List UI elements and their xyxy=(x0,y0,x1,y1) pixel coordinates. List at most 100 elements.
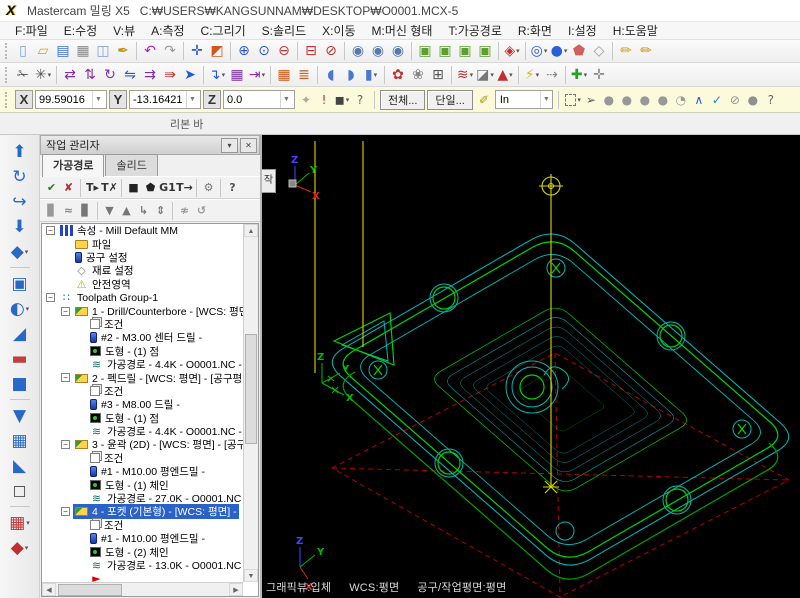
xform-rotate-icon[interactable]: ↻ xyxy=(100,65,120,85)
horizontal-scroll-thumb[interactable] xyxy=(58,583,122,596)
insert-arrow-icon[interactable]: ↳ xyxy=(135,202,152,219)
unselect-toolpaths-icon[interactable]: T✗ xyxy=(101,179,118,196)
x-axis-button[interactable]: X xyxy=(15,90,33,109)
panel-close-button[interactable]: ✕ xyxy=(240,137,257,153)
tree-item[interactable]: −4 - 포켓 (기본형) - [WCS: 평면] - xyxy=(42,504,243,520)
wireframe-view-icon[interactable]: ▣ xyxy=(415,41,435,61)
solid-shell-icon[interactable]: ▣ xyxy=(7,271,33,296)
move-insert-down-icon[interactable]: ▼ xyxy=(101,202,118,219)
panel-autohide-tab[interactable]: 작 xyxy=(262,169,276,193)
z-dropdown-icon[interactable]: ▼ xyxy=(280,91,292,108)
tree-item[interactable]: ≋ 가공경로 - 27.0K - O0001.NC xyxy=(42,492,243,505)
y-dropdown-icon[interactable]: ▼ xyxy=(186,91,198,108)
tree-item[interactable]: ⚠ 안전영역 xyxy=(42,278,243,291)
scroll-down-icon[interactable]: ▼ xyxy=(244,569,258,582)
tree-item[interactable]: #2 - M3.00 센터 드릴 - xyxy=(42,331,243,344)
multiaxis-toolpaths-icon[interactable]: ⊞ xyxy=(428,65,448,85)
post-selected-icon[interactable]: T→ xyxy=(176,179,193,196)
tab-solids[interactable]: 솔리드 xyxy=(105,154,158,176)
tree-item[interactable]: 공구 설정 xyxy=(42,251,243,264)
toolbar-grip[interactable] xyxy=(5,66,10,83)
un-zoom-icon[interactable]: ◩ xyxy=(207,41,227,61)
analyze-dynamic-icon[interactable]: ✳ ▾ xyxy=(33,65,53,85)
select-single-button[interactable]: 단일... xyxy=(427,89,473,110)
blank-entity-icon[interactable]: ◉ xyxy=(368,41,388,61)
menu-item-5[interactable]: S:솔리드 xyxy=(255,21,313,40)
levels-icon[interactable]: ● ▾ xyxy=(549,41,569,61)
select-entities-icon[interactable]: ● xyxy=(600,91,618,109)
selection-window-icon[interactable]: ▾ xyxy=(564,91,582,109)
layout-grid-icon[interactable]: ▦ ▾ xyxy=(7,510,33,535)
apply-point-icon[interactable]: ! xyxy=(315,91,333,109)
shaded-view-icon[interactable]: ▣ xyxy=(455,41,475,61)
scroll-left-icon[interactable]: ◀ xyxy=(42,583,56,596)
units-combo[interactable]: In ▼ xyxy=(494,90,553,109)
select-all-icon[interactable]: ● xyxy=(744,91,762,109)
wireframe-canvas[interactable]: Z Y X Z Y X Z Y X xyxy=(262,135,800,598)
selection-help-icon[interactable]: ? xyxy=(762,91,780,109)
zoom-out-50-icon[interactable]: ⊘ xyxy=(321,41,341,61)
tree-expander-icon[interactable]: − xyxy=(46,226,55,236)
y-axis-button[interactable]: Y xyxy=(109,90,127,109)
tree-item[interactable]: 조건 xyxy=(42,318,243,331)
xform-translate-icon[interactable]: ⇄ xyxy=(60,65,80,85)
tree-item[interactable]: 도형 - (2) 체인 xyxy=(42,545,243,559)
surface-check-icon[interactable]: ◪ ▾ xyxy=(475,65,495,85)
select-mask-icon[interactable]: ● xyxy=(636,91,654,109)
tree-item[interactable]: −2 - 펙드릴 - [WCS: 평면] - [공구평 xyxy=(42,371,243,385)
zoom-previous-icon[interactable]: ⊟ xyxy=(301,41,321,61)
tree-expander-icon[interactable]: − xyxy=(46,293,55,303)
tree-item[interactable]: − 속성 - Mill Default MM xyxy=(42,224,243,237)
fast-point-mode-icon[interactable]: ✦ xyxy=(297,91,315,109)
menu-item-3[interactable]: A:측정 xyxy=(144,21,191,40)
z-coordinate-input[interactable] xyxy=(224,93,280,106)
print-preview-icon[interactable]: ◫ xyxy=(93,41,113,61)
toggle-toolpath-display-icon[interactable]: ≈ xyxy=(60,202,77,219)
tree-item[interactable]: 파일 xyxy=(42,237,243,251)
tree-item[interactable]: ≋ 가공경로 - 4.4K - O0001.NC - xyxy=(42,358,243,371)
xform-array-icon[interactable]: ▦ xyxy=(227,65,247,85)
shaded-edge-view-icon[interactable]: ▣ xyxy=(475,41,495,61)
tree-item[interactable]: 조건 xyxy=(42,519,243,532)
backplot-icon[interactable]: ■ xyxy=(125,179,142,196)
hide-toolpaths-icon[interactable]: ≉ xyxy=(176,202,193,219)
menu-item-9[interactable]: R:화면 xyxy=(511,21,559,40)
cplane-icon[interactable]: ⬟ xyxy=(569,41,589,61)
menu-item-8[interactable]: T:가공경로 xyxy=(441,21,509,40)
finish-toolpaths-icon[interactable]: ❀ xyxy=(408,65,428,85)
xform-roll-icon[interactable]: ↴ ▾ xyxy=(207,65,227,85)
g1-send-icon[interactable]: G1 xyxy=(159,179,176,196)
shading-toggle-icon[interactable]: ⚡ ▾ xyxy=(522,65,542,85)
stamp-icon[interactable]: ✒ xyxy=(113,41,133,61)
tree-vertical-scrollbar[interactable]: ▲ ▼ xyxy=(243,224,258,582)
solid-thicken-icon[interactable]: ▬ xyxy=(7,346,33,371)
xform-offset-icon[interactable]: ⇉ xyxy=(140,65,160,85)
select-none-icon[interactable]: ⊘ xyxy=(726,91,744,109)
solid-sweep-icon[interactable]: ↪ xyxy=(7,189,33,214)
solid-import-icon[interactable]: ▼ xyxy=(7,403,33,428)
open-file-icon[interactable]: ▱ xyxy=(33,41,53,61)
quick-mask-brush-icon[interactable]: ✐ xyxy=(475,91,493,109)
solid-block-icon[interactable]: ■ xyxy=(7,371,33,396)
tree-item[interactable]: #3 - M8.00 드릴 - xyxy=(42,398,243,411)
tree-item[interactable]: 도형 - (1) 점 xyxy=(42,345,243,358)
xform-translate-3d-icon[interactable]: ⇅ xyxy=(80,65,100,85)
highfeed-icon[interactable]: ⚙ xyxy=(200,179,217,196)
solid-array-icon[interactable]: ▦ xyxy=(7,428,33,453)
toggle-post-icon[interactable]: ▊ xyxy=(77,202,94,219)
add-entity-icon[interactable]: ✚ ▾ xyxy=(569,65,589,85)
surface-primitives-icon[interactable]: ▮ ▾ xyxy=(361,65,381,85)
vertical-scroll-thumb[interactable] xyxy=(245,334,257,444)
select-pointer-icon[interactable]: ➢ xyxy=(582,91,600,109)
last-function-icon[interactable]: ◼ ▾ xyxy=(333,91,351,109)
toolbar-grip[interactable] xyxy=(5,43,10,59)
scroll-insert-icon[interactable]: ⇕ xyxy=(152,202,169,219)
menu-item-11[interactable]: H:도움말 xyxy=(606,21,665,40)
x-coordinate-input[interactable] xyxy=(36,93,92,106)
verify-icon[interactable]: ⬟ xyxy=(142,179,159,196)
attributes-icon[interactable]: ✏ xyxy=(616,41,636,61)
save-file-icon[interactable]: ▤ xyxy=(53,41,73,61)
tree-item[interactable]: −3 - 윤곽 (2D) - [WCS: 평면] - [공구 xyxy=(42,438,243,451)
move-insert-up-icon[interactable]: ▲ xyxy=(118,202,135,219)
node-points-icon[interactable]: ✛ xyxy=(589,65,609,85)
